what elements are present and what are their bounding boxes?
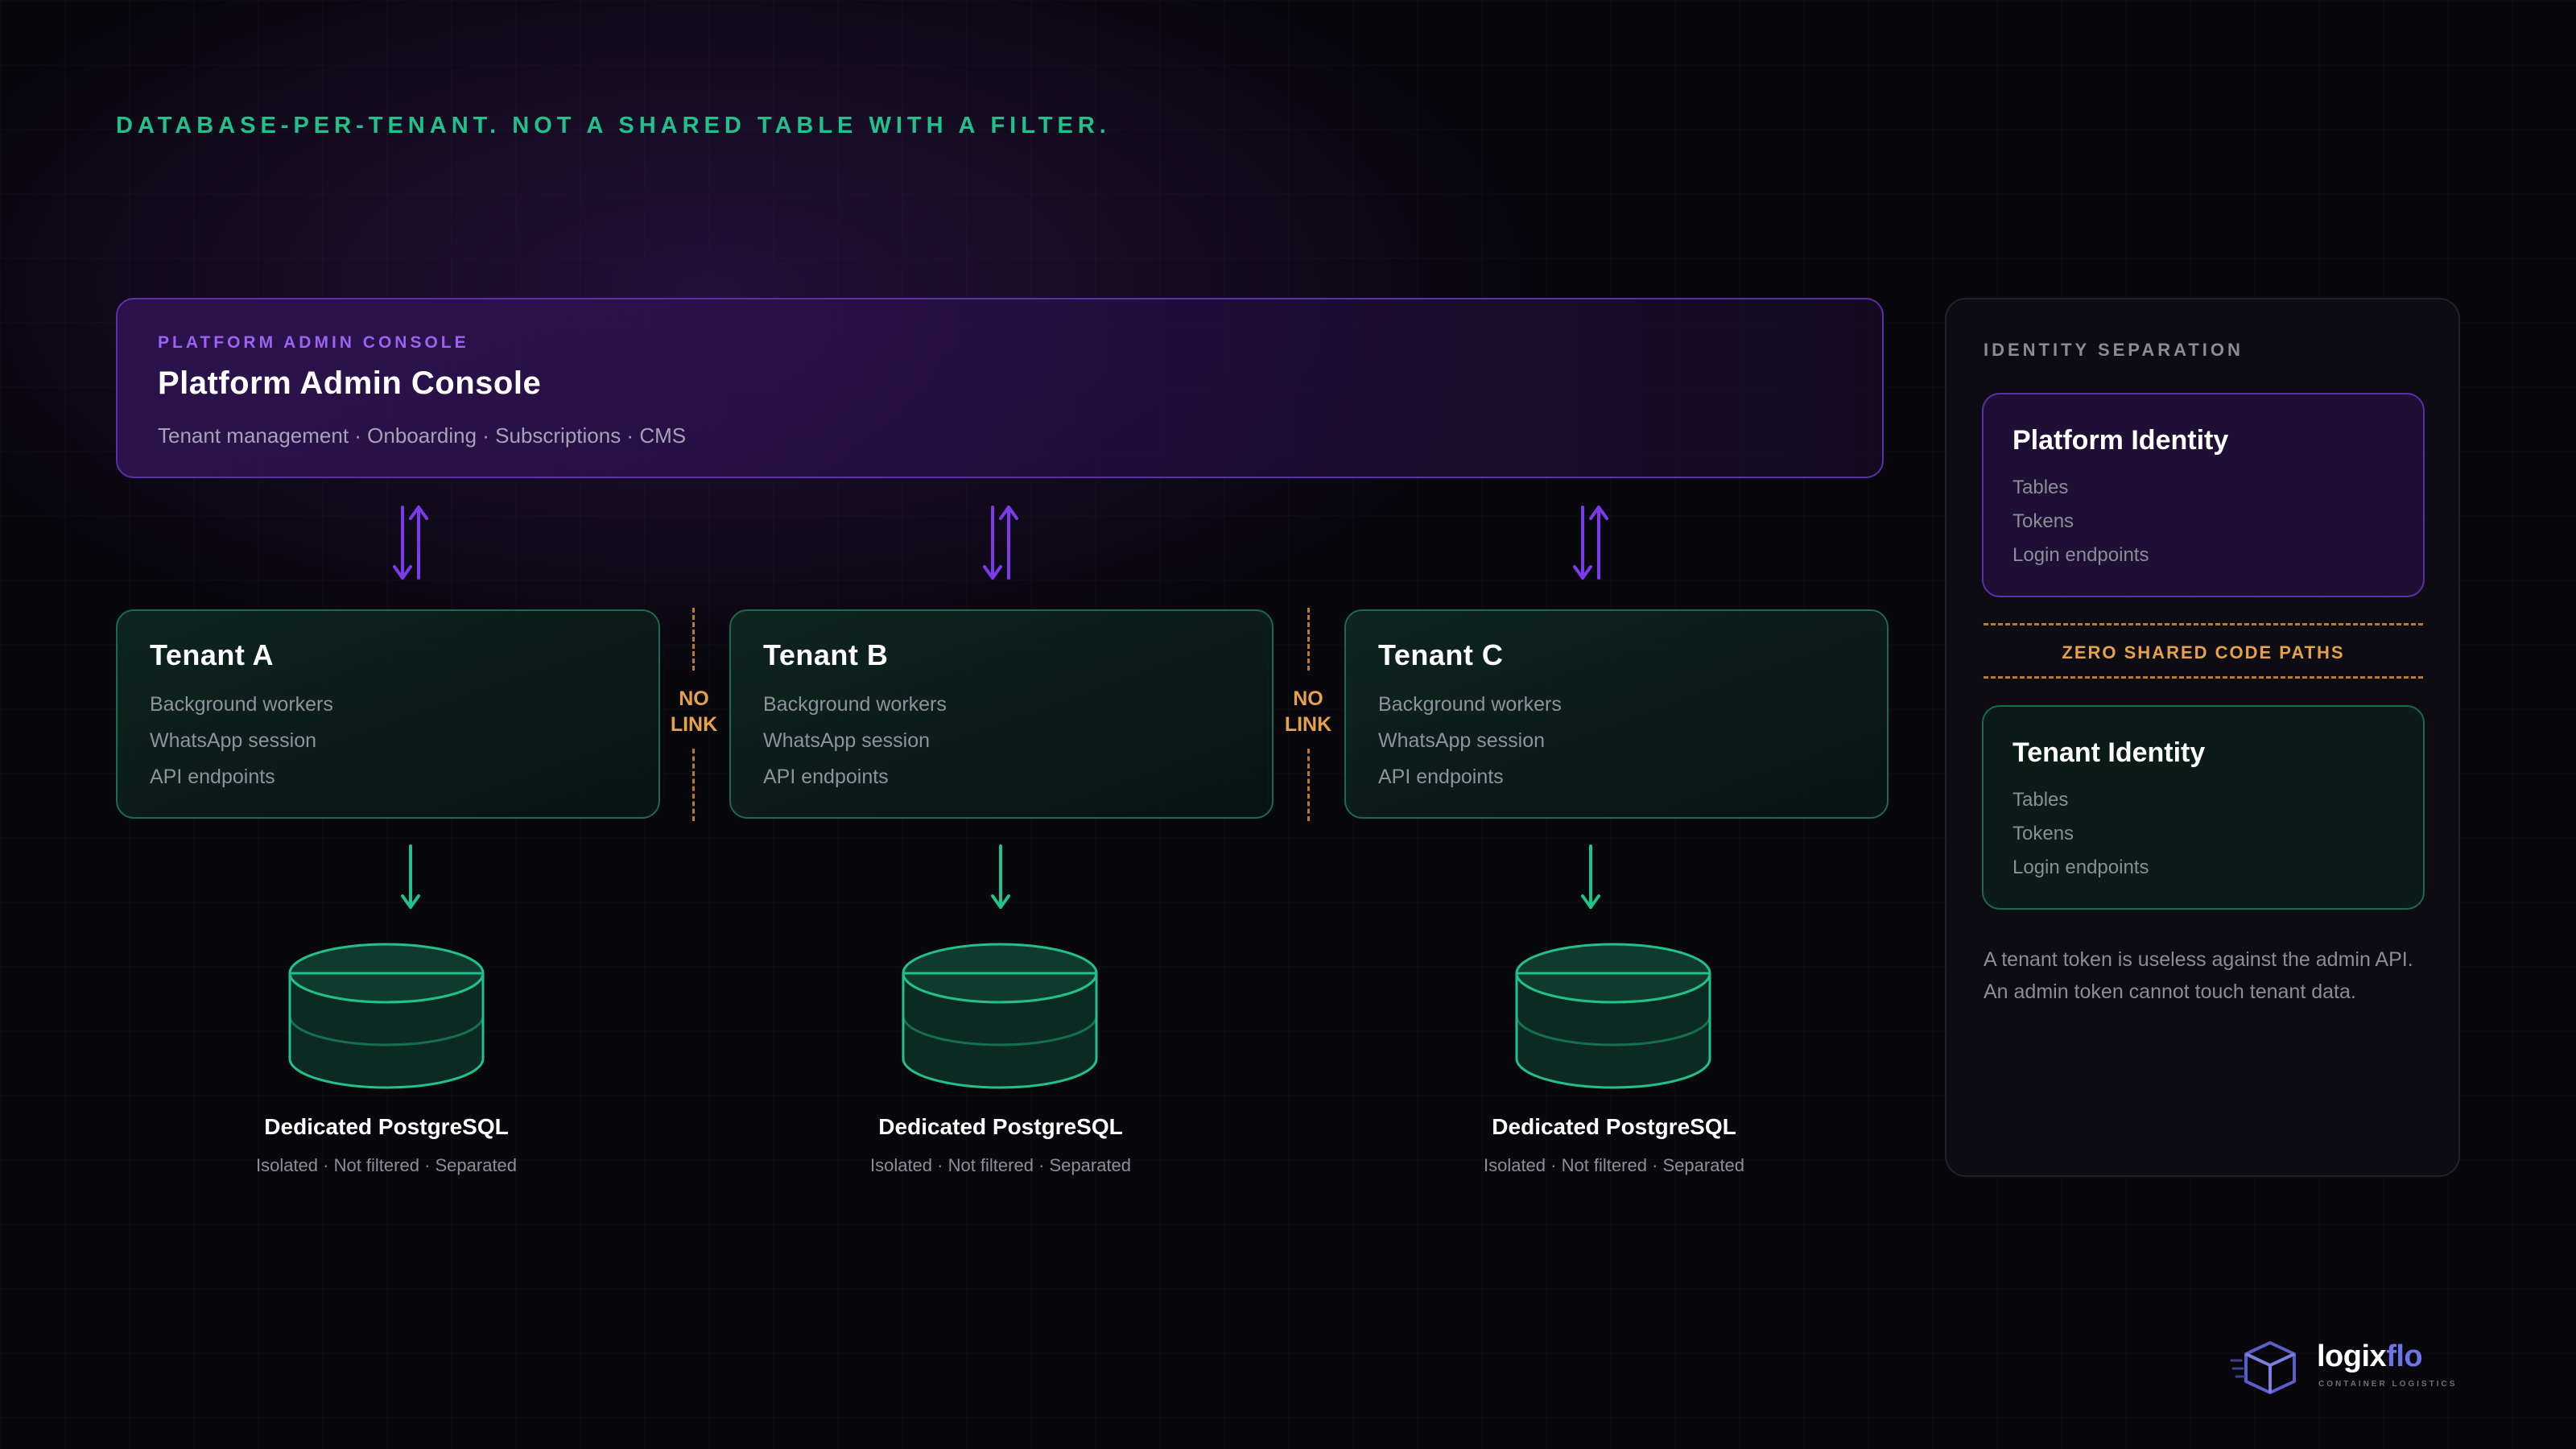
identity-separation-panel: IDENTITY SEPARATION Platform Identity Ta… <box>1945 298 2460 1177</box>
platform-identity-title: Platform Identity <box>2013 425 2229 456</box>
down-arrow-icon <box>991 844 1010 909</box>
no-link-dashed-line <box>1307 608 1310 671</box>
platform-identity-item: Tokens <box>2013 510 2074 532</box>
tenant-a-box: Tenant A Background workers WhatsApp ses… <box>116 609 660 819</box>
no-link-label: NO LINK <box>658 686 730 737</box>
tenant-a-title: Tenant A <box>150 638 274 671</box>
down-arrow-icon <box>401 844 420 909</box>
no-link-line2: LINK <box>670 713 718 736</box>
tenant-identity-box: Tenant Identity Tables Tokens Login endp… <box>1982 705 2425 910</box>
database-cylinder-icon <box>288 943 485 1089</box>
zero-shared-code-paths-label: ZERO SHARED CODE PATHS <box>2062 642 2345 663</box>
no-link-line2: LINK <box>1284 713 1332 736</box>
database-cylinder-icon <box>1515 943 1711 1089</box>
bidirectional-arrow-icon <box>983 506 1018 580</box>
platform-identity-item: Tables <box>2013 477 2069 498</box>
identity-note: A tenant token is useless against the ad… <box>1984 948 2413 1003</box>
tenant-b-feature: WhatsApp session <box>763 729 931 752</box>
tenant-b-feature: API endpoints <box>763 766 889 788</box>
database-c-subtitle: Isolated · Not filtered · Separated <box>1483 1155 1745 1175</box>
database-cylinder-icon <box>902 943 1098 1089</box>
tenant-a-feature: WhatsApp session <box>150 729 317 752</box>
admin-console-subtitle: Tenant management · Onboarding · Subscri… <box>158 423 687 448</box>
logo-cube-icon <box>2230 1341 2296 1394</box>
tenant-b-feature: Background workers <box>763 693 947 716</box>
brand-logo: logixflo CONTAINER LOGISTICS <box>2230 1336 2471 1401</box>
brand-name-part1: logix <box>2317 1340 2387 1373</box>
platform-identity-box: Platform Identity Tables Tokens Login en… <box>1982 393 2425 597</box>
no-link-line1: NO <box>1293 687 1323 710</box>
identity-panel-label: IDENTITY SEPARATION <box>1984 340 2244 360</box>
tenant-b-title: Tenant B <box>763 638 889 671</box>
platform-identity-item: Login endpoints <box>2013 544 2149 566</box>
tenant-identity-item: Login endpoints <box>2013 857 2149 878</box>
divider-dashed-line <box>1984 623 2423 625</box>
brand-tagline: CONTAINER LOGISTICS <box>2318 1380 2458 1389</box>
no-link-label: NO LINK <box>1272 686 1344 737</box>
no-link-line1: NO <box>679 687 709 710</box>
admin-console-label: PLATFORM ADMIN CONSOLE <box>158 333 469 352</box>
database-b-title: Dedicated PostgreSQL <box>878 1114 1123 1139</box>
database-c-title: Dedicated PostgreSQL <box>1492 1114 1736 1139</box>
database-b-subtitle: Isolated · Not filtered · Separated <box>869 1155 1132 1175</box>
headline: DATABASE-PER-TENANT. NOT A SHARED TABLE … <box>116 113 1111 138</box>
tenant-a-feature: Background workers <box>150 693 333 716</box>
tenant-c-feature: WhatsApp session <box>1378 729 1546 752</box>
database-a-title: Dedicated PostgreSQL <box>264 1114 509 1139</box>
tenant-c-box: Tenant C Background workers WhatsApp ses… <box>1344 609 1889 819</box>
admin-console-title: Platform Admin Console <box>158 365 542 401</box>
tenant-a-feature: API endpoints <box>150 766 275 788</box>
down-arrow-icon <box>1581 844 1600 909</box>
tenant-identity-item: Tables <box>2013 789 2069 811</box>
tenant-b-box: Tenant B Background workers WhatsApp ses… <box>729 609 1274 819</box>
brand-wordmark: logixflo <box>2317 1340 2423 1374</box>
no-link-dashed-line <box>692 608 695 671</box>
tenant-c-feature: Background workers <box>1378 693 1562 716</box>
divider-dashed-line <box>1984 676 2423 679</box>
tenant-identity-item: Tokens <box>2013 823 2074 844</box>
bidirectional-arrow-icon <box>1573 506 1608 580</box>
admin-console-box: PLATFORM ADMIN CONSOLE Platform Admin Co… <box>116 298 1884 478</box>
brand-name-part2: flo <box>2386 1340 2423 1373</box>
no-link-dashed-line <box>1307 749 1310 821</box>
tenant-c-feature: API endpoints <box>1378 766 1504 788</box>
bidirectional-arrow-icon <box>393 506 428 580</box>
no-link-dashed-line <box>692 749 695 821</box>
database-a-subtitle: Isolated · Not filtered · Separated <box>255 1155 518 1175</box>
tenant-identity-title: Tenant Identity <box>2013 737 2206 768</box>
tenant-c-title: Tenant C <box>1378 638 1504 671</box>
